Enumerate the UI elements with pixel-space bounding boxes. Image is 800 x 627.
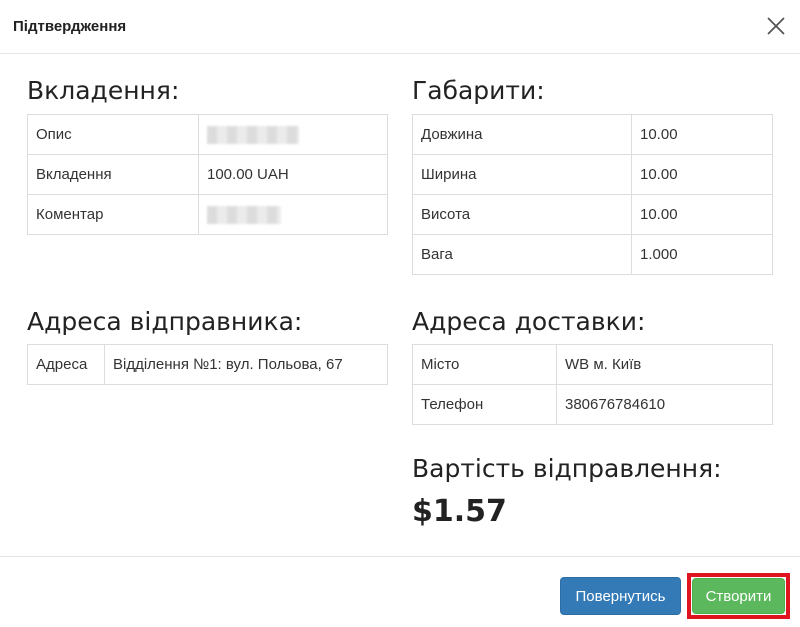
contents-value: 100.00 UAH: [198, 154, 388, 195]
sender-address-section: Адреса відправника: Адреса Відділення №1…: [27, 307, 388, 385]
table-row: Вага 1.000: [412, 234, 773, 275]
delivery-address-section: Адреса доставки: Місто WB м. Київ Телефо…: [412, 307, 773, 425]
table-row: Вкладення 100.00 UAH: [27, 154, 388, 195]
dimensions-section: Габарити: Довжина 10.00 Ширина 10.00 Вис…: [412, 76, 773, 275]
phone-label: Телефон: [412, 384, 557, 425]
address-value: Відділення №1: вул. Польова, 67: [104, 344, 388, 385]
sender-address-table: Адреса Відділення №1: вул. Польова, 67: [27, 344, 388, 385]
weight-value: 1.000: [631, 234, 773, 275]
delivery-address-heading: Адреса доставки:: [412, 307, 646, 336]
width-value: 10.00: [631, 154, 773, 195]
back-button[interactable]: Повернутись: [560, 577, 681, 615]
table-row: Опис: [27, 114, 388, 155]
city-value: WB м. Київ: [556, 344, 773, 385]
height-label: Висота: [412, 194, 632, 235]
shipping-cost-value: $1.57: [412, 494, 507, 529]
dimensions-table: Довжина 10.00 Ширина 10.00 Висота 10.00 …: [412, 114, 773, 275]
dialog-header: Підтвердження: [0, 0, 800, 54]
table-row: Висота 10.00: [412, 194, 773, 235]
length-value: 10.00: [631, 114, 773, 155]
description-blurred: [207, 125, 299, 144]
table-row: Довжина 10.00: [412, 114, 773, 155]
comment-blurred: [207, 205, 281, 224]
length-label: Довжина: [412, 114, 632, 155]
contents-section: Вкладення: Опис Вкладення 100.00 UAH Ком…: [27, 76, 388, 235]
shipping-cost-heading: Вартість відправлення:: [412, 454, 722, 483]
create-button[interactable]: Створити: [692, 578, 785, 614]
table-row: Адреса Відділення №1: вул. Польова, 67: [27, 344, 388, 385]
close-icon: [767, 17, 785, 35]
sender-address-heading: Адреса відправника:: [27, 307, 303, 336]
table-row: Телефон 380676784610: [412, 384, 773, 425]
contents-table: Опис Вкладення 100.00 UAH Коментар: [27, 114, 388, 235]
weight-label: Вага: [412, 234, 632, 275]
contents-label: Вкладення: [27, 154, 199, 195]
dialog-footer: Повернутись Створити: [0, 557, 800, 627]
city-label: Місто: [412, 344, 557, 385]
close-button[interactable]: [766, 16, 786, 36]
phone-value: 380676784610: [556, 384, 773, 425]
comment-label: Коментар: [27, 194, 199, 235]
dimensions-heading: Габарити:: [412, 76, 545, 105]
table-row: Ширина 10.00: [412, 154, 773, 195]
table-row: Місто WB м. Київ: [412, 344, 773, 385]
description-label: Опис: [27, 114, 199, 155]
contents-heading: Вкладення:: [27, 76, 180, 105]
height-value: 10.00: [631, 194, 773, 235]
comment-value: [198, 194, 388, 235]
confirmation-dialog: Підтвердження Вкладення: Опис Вкладення: [0, 0, 800, 627]
dialog-title: Підтвердження: [13, 18, 127, 35]
dialog-body: Вкладення: Опис Вкладення 100.00 UAH Ком…: [0, 54, 800, 557]
description-value: [198, 114, 388, 155]
table-row: Коментар: [27, 194, 388, 235]
delivery-address-table: Місто WB м. Київ Телефон 380676784610: [412, 344, 773, 425]
width-label: Ширина: [412, 154, 632, 195]
address-label: Адреса: [27, 344, 105, 385]
